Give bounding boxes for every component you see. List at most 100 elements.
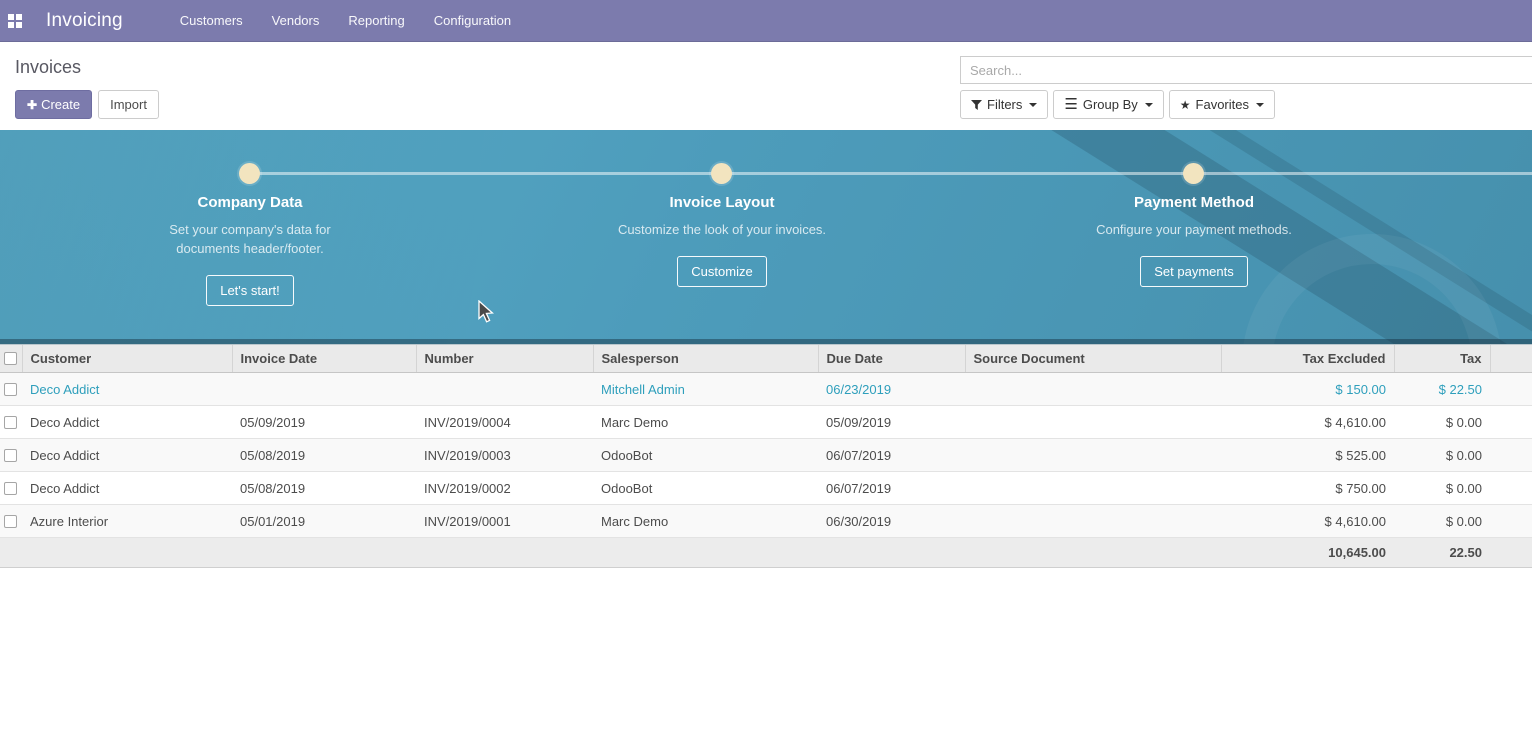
import-button[interactable]: Import (98, 90, 159, 119)
cell-tax: $ 0.00 (1394, 472, 1490, 505)
col-header-tax[interactable]: Tax (1394, 345, 1490, 373)
cell-due-date: 06/07/2019 (818, 439, 965, 472)
cell-source-document (965, 505, 1221, 538)
onboarding-timeline (250, 172, 1532, 175)
cell-source-document (965, 439, 1221, 472)
col-header-due-date[interactable]: Due Date (818, 345, 965, 373)
invoice-row[interactable]: Deco Addict 05/08/2019 INV/2019/0003 Odo… (0, 439, 1532, 472)
group-by-label: Group By (1083, 97, 1138, 112)
page-title: Invoices (15, 57, 81, 78)
cell-salesperson: OdooBot (593, 472, 818, 505)
cell-tax: $ 0.00 (1394, 505, 1490, 538)
select-all-checkbox[interactable] (4, 352, 17, 365)
cell-invoice-date: 05/08/2019 (232, 472, 416, 505)
row-checkbox[interactable] (4, 482, 17, 495)
cell-customer: Azure Interior (22, 505, 232, 538)
favorites-label: Favorites (1196, 97, 1249, 112)
step-dot-payment-method (1183, 163, 1204, 184)
nav-item-configuration[interactable]: Configuration (434, 1, 511, 40)
step-title: Payment Method (958, 194, 1430, 211)
cell-number (416, 373, 593, 406)
invoice-row[interactable]: Deco Addict 05/09/2019 INV/2019/0004 Mar… (0, 406, 1532, 439)
nav-item-customers[interactable]: Customers (180, 1, 243, 40)
cell-number: INV/2019/0003 (416, 439, 593, 472)
cell-customer: Deco Addict (22, 373, 232, 406)
cell-tax: $ 22.50 (1394, 373, 1490, 406)
onboarding-step-company-data: Company Data Set your company's data for… (14, 194, 486, 306)
nav-item-vendors[interactable]: Vendors (272, 1, 320, 40)
cell-tax-excluded: $ 750.00 (1221, 472, 1394, 505)
total-tax-excluded: 10,645.00 (1221, 538, 1394, 568)
step-title: Invoice Layout (486, 194, 958, 211)
invoice-row[interactable]: Deco Addict 05/08/2019 INV/2019/0002 Odo… (0, 472, 1532, 505)
cell-source-document (965, 472, 1221, 505)
caret-down-icon (1145, 103, 1153, 107)
invoices-table: Customer Invoice Date Number Salesperson… (0, 344, 1532, 568)
cell-customer: Deco Addict (22, 406, 232, 439)
col-header-invoice-date[interactable]: Invoice Date (232, 345, 416, 373)
cell-tax-excluded: $ 150.00 (1221, 373, 1394, 406)
set-payments-button[interactable]: Set payments (1140, 256, 1248, 287)
col-header-filler (1490, 345, 1532, 373)
caret-down-icon (1029, 103, 1037, 107)
invoice-row[interactable]: Azure Interior 05/01/2019 INV/2019/0001 … (0, 505, 1532, 538)
create-button-label: Create (41, 97, 80, 112)
cell-invoice-date (232, 373, 416, 406)
row-checkbox[interactable] (4, 416, 17, 429)
totals-row: 10,645.00 22.50 (0, 538, 1532, 568)
col-header-salesperson[interactable]: Salesperson (593, 345, 818, 373)
app-name[interactable]: Invoicing (46, 10, 123, 32)
table-header-row: Customer Invoice Date Number Salesperson… (0, 345, 1532, 373)
onboarding-banner: Company Data Set your company's data for… (0, 130, 1532, 344)
cell-invoice-date: 05/01/2019 (232, 505, 416, 538)
step-dot-invoice-layout (711, 163, 732, 184)
cell-number: INV/2019/0001 (416, 505, 593, 538)
cell-number: INV/2019/0004 (416, 406, 593, 439)
cell-tax: $ 0.00 (1394, 406, 1490, 439)
caret-down-icon (1256, 103, 1264, 107)
group-by-bars-icon: ☰ (1064, 100, 1077, 110)
action-buttons: ✚ Create Import (15, 90, 159, 119)
favorites-star-icon: ★ (1180, 98, 1191, 112)
cell-invoice-date: 05/08/2019 (232, 439, 416, 472)
search-input[interactable] (960, 56, 1532, 84)
cell-salesperson: Marc Demo (593, 505, 818, 538)
favorites-dropdown[interactable]: ★ Favorites (1169, 90, 1275, 119)
cell-tax-excluded: $ 4,610.00 (1221, 406, 1394, 439)
step-description: Configure your payment methods. (1088, 220, 1300, 239)
search-options-bar: Filters ☰ Group By ★ Favorites (960, 90, 1280, 119)
step-dot-company-data (239, 163, 260, 184)
navbar-menu: Customers Vendors Reporting Configuratio… (180, 1, 540, 40)
onboarding-step-invoice-layout: Invoice Layout Customize the look of you… (486, 194, 958, 287)
create-button[interactable]: ✚ Create (15, 90, 92, 119)
step-title: Company Data (14, 194, 486, 211)
customize-button[interactable]: Customize (677, 256, 766, 287)
top-navbar: Invoicing Customers Vendors Reporting Co… (0, 0, 1532, 42)
col-header-customer[interactable]: Customer (22, 345, 232, 373)
row-checkbox[interactable] (4, 383, 17, 396)
cell-invoice-date: 05/09/2019 (232, 406, 416, 439)
row-checkbox[interactable] (4, 515, 17, 528)
col-header-number[interactable]: Number (416, 345, 593, 373)
col-header-tax-excluded[interactable]: Tax Excluded (1221, 345, 1394, 373)
cell-due-date: 06/23/2019 (818, 373, 965, 406)
lets-start-button[interactable]: Let's start! (206, 275, 294, 306)
invoice-row[interactable]: Deco Addict Mitchell Admin 06/23/2019 $ … (0, 373, 1532, 406)
cell-due-date: 05/09/2019 (818, 406, 965, 439)
cell-tax-excluded: $ 525.00 (1221, 439, 1394, 472)
filters-dropdown[interactable]: Filters (960, 90, 1048, 119)
plus-icon: ✚ (27, 98, 37, 112)
cell-due-date: 06/30/2019 (818, 505, 965, 538)
group-by-dropdown[interactable]: ☰ Group By (1053, 90, 1163, 119)
row-checkbox[interactable] (4, 449, 17, 462)
onboarding-step-payment-method: Payment Method Configure your payment me… (958, 194, 1430, 287)
nav-item-reporting[interactable]: Reporting (348, 1, 404, 40)
cell-source-document (965, 406, 1221, 439)
total-tax: 22.50 (1394, 538, 1490, 568)
cell-salesperson: OdooBot (593, 439, 818, 472)
col-header-source-document[interactable]: Source Document (965, 345, 1221, 373)
cell-salesperson: Marc Demo (593, 406, 818, 439)
cell-due-date: 06/07/2019 (818, 472, 965, 505)
select-all-cell (0, 345, 22, 373)
apps-grid-icon[interactable] (8, 14, 22, 28)
